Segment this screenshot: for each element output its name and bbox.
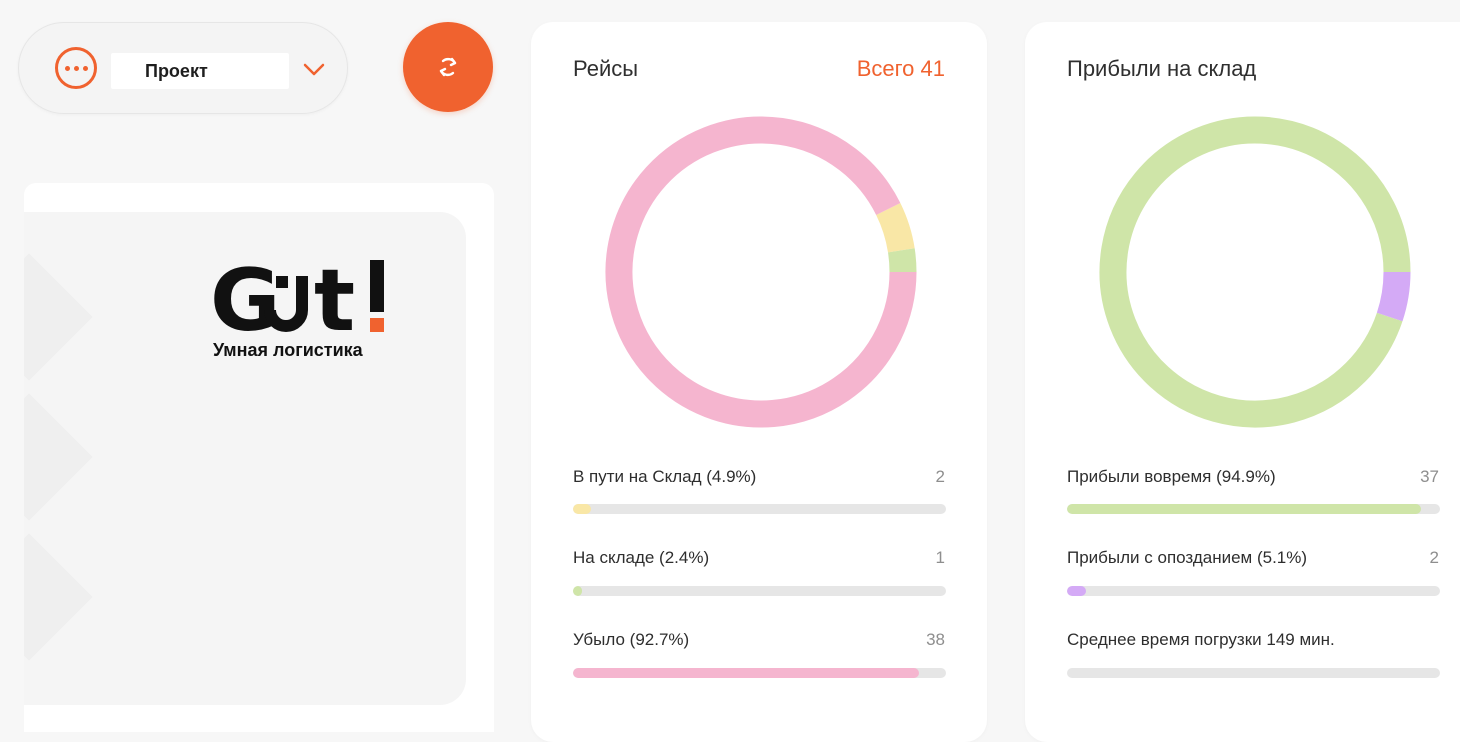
stat-label-on-time: Прибыли вовремя (94.9%) xyxy=(1067,467,1276,486)
progress-bar-departed xyxy=(573,668,946,678)
progress-bar-in-transit xyxy=(573,504,946,514)
decorative-shape xyxy=(24,533,93,661)
stat-count-late: 2 xyxy=(1429,548,1439,567)
progress-bar-on-time xyxy=(1067,504,1440,514)
company-logo: G t Умная логистика xyxy=(210,251,400,360)
decorative-shape xyxy=(24,253,93,381)
warehouse-donut-chart xyxy=(1099,116,1411,428)
warehouse-donut-slice-0[interactable] xyxy=(1099,116,1411,428)
warehouse-card: Прибыли на склад Прибыли вовремя (94.9%)… xyxy=(1025,22,1460,742)
warehouse-title: Прибыли на склад xyxy=(1067,56,1257,81)
stat-label-at-warehouse: На складе (2.4%) xyxy=(573,548,710,567)
stat-count-in-transit: 2 xyxy=(935,467,945,486)
svg-text:t: t xyxy=(314,254,355,338)
progress-fill-departed xyxy=(573,668,919,678)
progress-bar-avg-loading xyxy=(1067,668,1440,678)
svg-text:G: G xyxy=(210,254,278,338)
trips-total[interactable]: Всего 41 xyxy=(857,56,945,82)
decorative-shape xyxy=(24,393,93,521)
trips-donut-chart xyxy=(605,116,917,428)
progress-bar-late xyxy=(1067,586,1440,596)
refresh-icon xyxy=(439,57,457,77)
stat-label-in-transit: В пути на Склад (4.9%) xyxy=(573,467,757,486)
trips-donut-slice-0[interactable] xyxy=(875,203,915,253)
trips-donut-slice-2[interactable] xyxy=(605,116,917,428)
logo-wordmark: G t xyxy=(210,251,384,351)
project-selector[interactable]: Проект xyxy=(18,22,348,114)
refresh-button[interactable] xyxy=(403,22,493,112)
chevron-down-icon[interactable] xyxy=(302,61,326,79)
progress-bar-at-warehouse xyxy=(573,586,946,596)
stat-count-on-time: 37 xyxy=(1420,467,1439,486)
stat-label-late: Прибыли с опозданием (5.1%) xyxy=(1067,548,1308,567)
stat-count-at-warehouse: 1 xyxy=(935,548,945,567)
logo-panel: G t Умная логистика xyxy=(24,212,466,705)
more-dots-icon[interactable] xyxy=(55,47,97,89)
trips-title: Рейсы xyxy=(573,56,639,81)
logo-tagline: Умная логистика xyxy=(213,340,363,360)
stat-count-departed: 38 xyxy=(926,630,945,649)
trips-card: Рейсы Всего 41 В пути на Склад (4.9%) 2 … xyxy=(531,22,987,742)
progress-fill-late xyxy=(1067,586,1087,596)
progress-fill-on-time xyxy=(1067,504,1421,514)
project-dropdown[interactable]: Проект xyxy=(111,53,289,89)
stat-label-departed: Убыло (92.7%) xyxy=(573,630,690,649)
warehouse-donut-slice-1[interactable] xyxy=(1376,271,1411,322)
trips-donut-slice-1[interactable] xyxy=(887,248,917,273)
stat-label-avg-loading: Среднее время погрузки 149 мин. xyxy=(1067,630,1335,649)
progress-fill-at-warehouse xyxy=(573,586,582,596)
progress-fill-in-transit xyxy=(573,504,592,514)
